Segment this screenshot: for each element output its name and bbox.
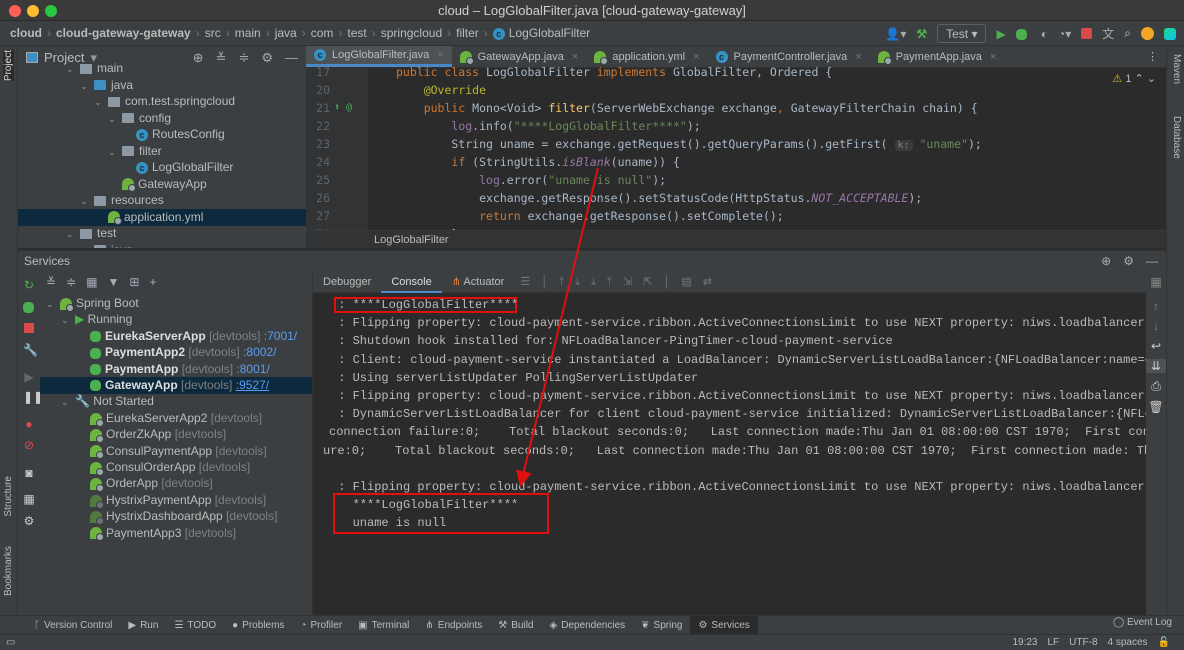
toolwindow-label: Version Control (44, 619, 113, 631)
dependencies-icon: ◈ (549, 619, 558, 631)
toolwindow-label: Terminal (371, 619, 410, 631)
toolwindow-label: Run (140, 619, 159, 631)
toolwindow-build[interactable]: ⚒ Build (490, 616, 541, 635)
toolwindow-label: Dependencies (561, 619, 626, 631)
toolwindow-todo[interactable]: ☰ TODO (166, 616, 224, 635)
event-log-button[interactable]: ◯ Event Log (1113, 617, 1172, 628)
toolwindow-label: Problems (242, 619, 285, 631)
toolwindow-problems[interactable]: ● Problems (224, 616, 292, 635)
services-icon: ⚙ (698, 619, 708, 631)
toolwindow-terminal[interactable]: ▣ Terminal (350, 616, 417, 635)
toggle-tool-windows-icon[interactable]: ▭ (6, 635, 15, 650)
toolwindow-endpoints[interactable]: ⋔ Endpoints (417, 616, 490, 635)
indent-setting[interactable]: 4 spaces (1108, 635, 1148, 650)
endpoints-icon: ⋔ (425, 619, 434, 631)
line-separator[interactable]: LF (1048, 635, 1060, 650)
tool-window-bar: ᚴ Version Control ▶ Run ☰ TODO ● Problems ◔ Profi… (0, 615, 1184, 635)
annotation-arrow (516, 167, 599, 487)
toolwindow-dependencies[interactable]: ◈ Dependencies (542, 616, 634, 635)
toolwindow-label: Endpoints (437, 619, 483, 631)
toolwindow-label: Services (711, 619, 750, 631)
caret-position[interactable]: 19:23 (1012, 635, 1037, 650)
terminal-icon: ▣ (358, 619, 368, 631)
vcs-icon: ᚴ (34, 619, 40, 631)
file-encoding[interactable]: UTF-8 (1069, 635, 1097, 650)
build-icon: ⚒ (498, 619, 508, 631)
todo-icon: ☰ (174, 619, 184, 631)
toolwindow-spring[interactable]: ❦ Spring (633, 616, 690, 635)
toolwindow-label: Profiler (310, 619, 343, 631)
run-icon: ▶ (128, 619, 137, 631)
toolwindow-services[interactable]: ⚙ Services (690, 615, 758, 635)
toolwindow-label: Build (511, 619, 534, 631)
toolwindow-profiler[interactable]: ◔ Profiler (292, 616, 350, 635)
spring-icon: ❦ (641, 619, 650, 631)
status-bar: ▭ 19:23 LF UTF-8 4 spaces 🔓 (0, 634, 1184, 650)
problems-icon: ● (232, 619, 239, 631)
lock-icon[interactable]: 🔓 (1158, 635, 1170, 650)
toolwindow-label: TODO (187, 619, 217, 631)
toolwindow-run[interactable]: ▶ Run (120, 616, 166, 635)
toolwindow-label: Spring (653, 619, 683, 631)
profiler-icon: ◔ (300, 619, 307, 631)
toolwindow-version-control[interactable]: ᚴ Version Control (26, 616, 120, 635)
